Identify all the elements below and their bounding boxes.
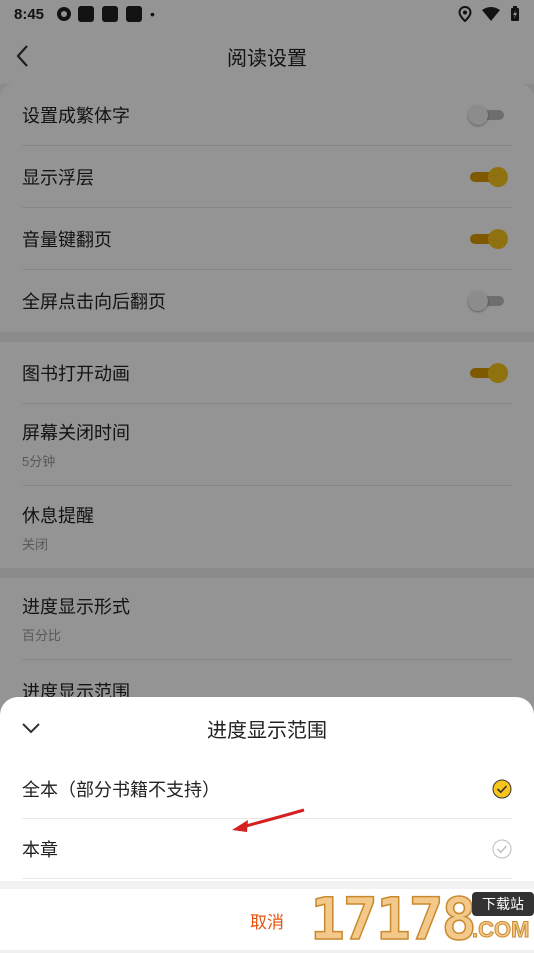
cancel-label: 取消: [250, 912, 284, 932]
sheet-title: 进度显示范围: [207, 719, 327, 742]
annotation-arrow-icon: [232, 808, 305, 832]
watermark-digits: 17178: [309, 885, 477, 953]
watermark-suffix: .COM: [471, 917, 530, 942]
option-label: 本章: [22, 839, 58, 860]
watermark-badge: 下载站: [472, 892, 534, 916]
watermark-logo: 17178 下载站 .COM: [309, 885, 534, 953]
option-label: 全本（部分书籍不支持）: [22, 779, 220, 800]
unchecked-circle-icon[interactable]: [492, 839, 512, 859]
sheet-header: 进度显示范围: [0, 697, 534, 759]
checked-circle-icon[interactable]: [492, 779, 512, 799]
chevron-down-icon[interactable]: [20, 719, 42, 737]
